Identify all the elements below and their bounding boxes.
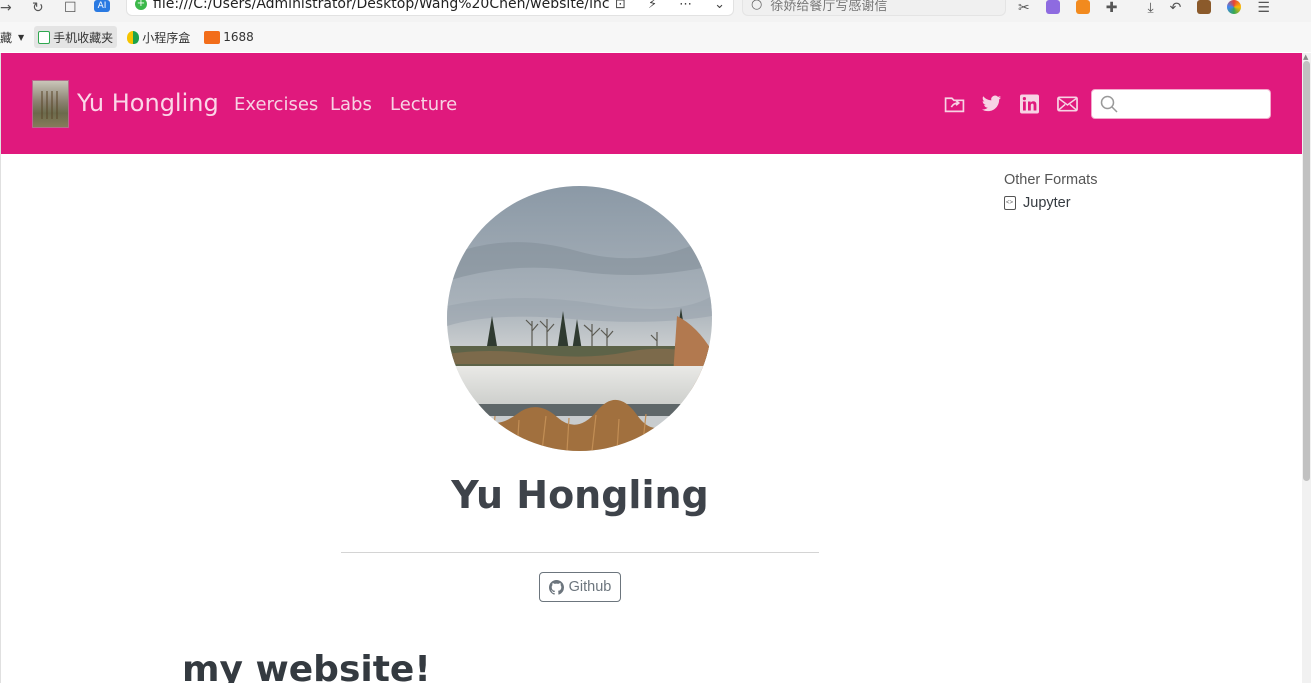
folder-share-icon[interactable] (944, 94, 965, 114)
browser-toolbar: → ↻ ☐ AI + file:///C:/Users/Administrato… (0, 0, 1311, 22)
format-label[interactable]: Jupyter (1023, 195, 1071, 211)
dropdown-icon[interactable]: ▼ (18, 33, 24, 42)
github-icon (548, 579, 564, 595)
brand-logo[interactable] (32, 80, 69, 128)
divider (341, 552, 819, 553)
scrollbar-thumb[interactable] (1303, 61, 1310, 481)
page-info-icon[interactable]: + (135, 0, 147, 10)
profile-name: Yu Hongling (451, 473, 709, 517)
chevron-down-icon[interactable]: ⌄ (714, 0, 725, 12)
bookmarks-bar: 藏 ▼ 手机收藏夹 小程序盒 1688 (0, 22, 1311, 52)
game-extension-icon[interactable] (1075, 0, 1090, 14)
bookmark-label: 1688 (223, 30, 254, 44)
reload-icon[interactable]: ↻ (32, 0, 44, 16)
envelope-icon[interactable] (1057, 94, 1078, 114)
site-search[interactable] (1091, 89, 1271, 119)
content-heading: my website! (182, 649, 431, 683)
translate-extension-icon[interactable] (1045, 0, 1060, 14)
phone-icon (38, 30, 51, 44)
bookmark-mobile-favorites[interactable]: 手机收藏夹 (34, 26, 118, 48)
github-button[interactable]: Github (539, 572, 621, 602)
browser-search-placeholder[interactable]: 徐娇给餐厅写感谢信 (770, 0, 887, 14)
scroll-up-icon[interactable]: ▲ (1303, 53, 1308, 61)
bookmark-label: 小程序盒 (142, 30, 191, 45)
brand-title[interactable]: Yu Hongling (77, 89, 219, 117)
bookmark-label: 藏 (0, 30, 13, 45)
download-icon[interactable]: ⤓ (1147, 0, 1153, 16)
briefcase-icon[interactable] (1197, 0, 1212, 14)
nav-link-labs[interactable]: Labs (330, 94, 372, 115)
nav-link-lecture[interactable]: Lecture (390, 94, 457, 115)
forward-icon[interactable]: → (0, 0, 12, 16)
ai-assistant-icon[interactable]: AI (94, 0, 110, 12)
search-icon: ○ (751, 0, 763, 12)
other-formats-heading: Other Formats (1004, 172, 1098, 188)
profile-avatar (447, 186, 712, 451)
translate-icon[interactable]: ⊡ (615, 0, 626, 12)
bookmark-mini-programs[interactable]: 小程序盒 (123, 26, 194, 48)
web-page: Yu Hongling Exercises Labs Lecture Other… (0, 53, 1302, 683)
extension-icons: ✂ ✚ ⤓ ↶ ☰ (1018, 0, 1270, 16)
format-link-jupyter[interactable]: Jupyter (1004, 195, 1071, 211)
undo-icon[interactable]: ↶ (1170, 0, 1182, 16)
scissors-icon[interactable]: ✂ (1018, 0, 1030, 16)
more-icon[interactable]: ⋯ (679, 0, 692, 12)
notebook-icon (1004, 196, 1016, 210)
shield-icon (127, 30, 140, 44)
linkedin-icon[interactable] (1019, 94, 1040, 114)
scrollbar[interactable]: ▲ (1302, 53, 1311, 683)
address-bar[interactable]: + file:///C:/Users/Administrator/Desktop… (126, 0, 734, 16)
bookmark-label: 手机收藏夹 (53, 30, 114, 45)
bookmark-folder[interactable]: 藏 ▼ (0, 26, 28, 48)
menu-icon[interactable]: ☰ (1257, 0, 1270, 16)
avatar-icon[interactable] (1227, 0, 1242, 14)
browser-search-box[interactable]: ○ 徐娇给餐厅写感谢信 (742, 0, 1006, 16)
navbar: Yu Hongling Exercises Labs Lecture (1, 53, 1302, 154)
1688-logo-icon (204, 30, 221, 44)
site-search-input[interactable] (1122, 93, 1262, 115)
url-text[interactable]: file:///C:/Users/Administrator/Desktop/W… (153, 0, 615, 12)
github-label[interactable]: Github (569, 579, 612, 595)
puzzle-icon[interactable]: ✚ (1106, 0, 1118, 16)
home-icon[interactable]: ☐ (64, 0, 77, 16)
bookmark-1688[interactable]: 1688 (200, 26, 258, 48)
search-icon (1100, 95, 1118, 113)
lightning-icon[interactable]: ⚡ (648, 0, 657, 12)
twitter-icon[interactable] (981, 94, 1002, 114)
nav-link-exercises[interactable]: Exercises (234, 94, 318, 115)
